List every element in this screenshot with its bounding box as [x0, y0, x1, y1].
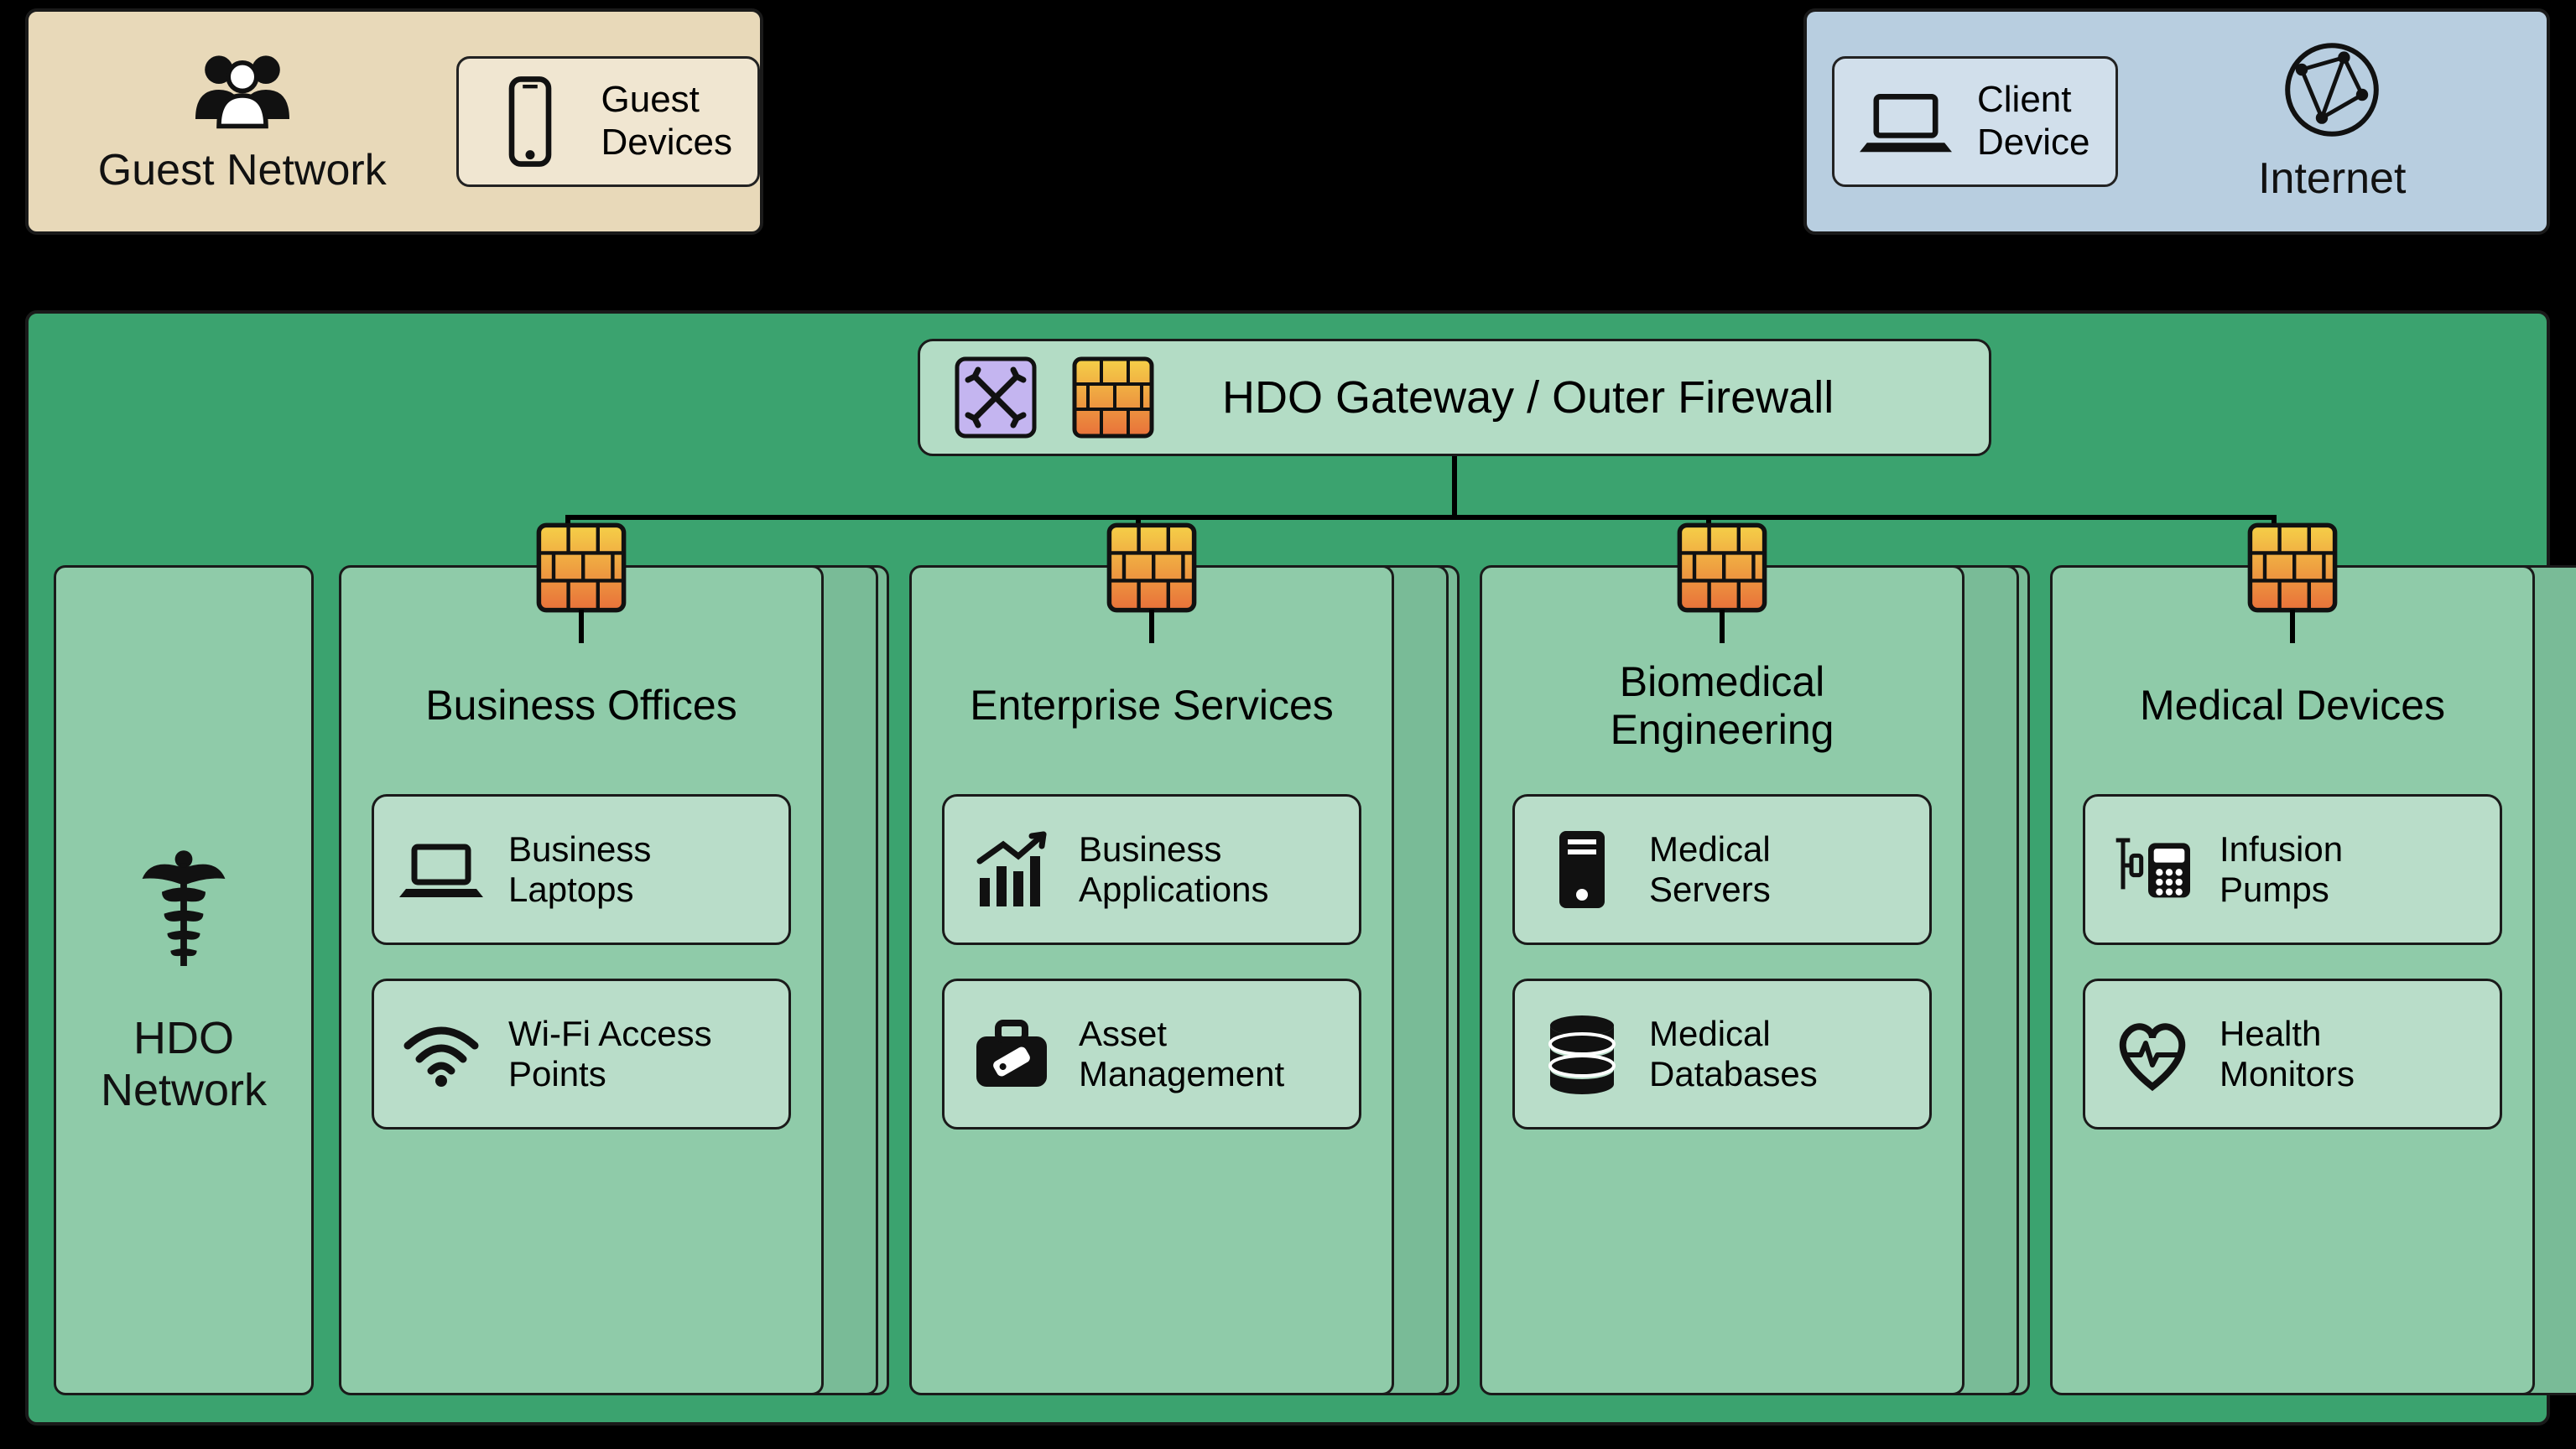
laptop-icon — [399, 828, 483, 911]
segment-item-label: Medical Databases — [1649, 1014, 1818, 1095]
hdo-network-label: HDO Network — [101, 1012, 267, 1116]
connector — [565, 515, 2277, 520]
firewall-icon — [2246, 522, 2339, 614]
wifi-icon — [399, 1012, 483, 1096]
heart-icon — [2110, 1012, 2194, 1096]
server-icon — [1540, 828, 1624, 911]
connector — [1452, 456, 1457, 515]
segment-item: Infusion Pumps — [2083, 794, 2502, 945]
pump-icon — [2110, 828, 2194, 911]
connector — [763, 121, 1226, 126]
segment-3: Medical Devices Infusion Pumps Health Mo… — [2050, 565, 2576, 1395]
segment-item-label: Asset Management — [1079, 1014, 1284, 1095]
segment-title: Business Offices — [409, 652, 753, 761]
segment-panel: Biomedical Engineering Medical Servers M… — [1480, 565, 1965, 1395]
segment-item: Wi-Fi Access Points — [372, 979, 791, 1130]
connector — [1577, 121, 1582, 339]
segment-title: Enterprise Services — [953, 652, 1350, 761]
connector — [2290, 610, 2295, 643]
segment-panel: Medical Devices Infusion Pumps Health Mo… — [2050, 565, 2535, 1395]
phone-icon — [484, 75, 576, 168]
internet-title: Internet — [2258, 153, 2406, 204]
segment-item: Medical Databases — [1512, 979, 1932, 1130]
segment-2: Biomedical Engineering Medical Servers M… — [1480, 565, 2008, 1395]
guest-network-zone: Guest Network Guest Devices — [25, 8, 763, 235]
internet-zone: Client Device Internet — [1803, 8, 2550, 235]
laptop-icon — [1860, 75, 1952, 168]
segment-item-label: Business Laptops — [508, 829, 651, 911]
router-icon — [954, 356, 1038, 439]
chart-icon — [970, 828, 1054, 911]
people-icon — [184, 48, 301, 132]
segment-item-label: Business Applications — [1079, 829, 1268, 911]
segment-panel: Enterprise Services Business Application… — [909, 565, 1394, 1395]
segment-item: Asset Management — [942, 979, 1361, 1130]
segment-item-label: Infusion Pumps — [2220, 829, 2343, 911]
segment-title: Medical Devices — [2123, 652, 2462, 761]
hdo-network-sidebar: HDO Network — [54, 565, 314, 1395]
connector — [1149, 610, 1154, 643]
database-icon — [1540, 1012, 1624, 1096]
segment-item: Health Monitors — [2083, 979, 2502, 1130]
caduceus-icon — [129, 844, 238, 979]
segment-item-label: Wi-Fi Access Points — [508, 1014, 712, 1095]
guest-devices-label: Guest Devices — [601, 79, 733, 164]
connector — [1226, 121, 1231, 339]
segment-item-label: Medical Servers — [1649, 829, 1771, 911]
segment-item: Business Laptops — [372, 794, 791, 945]
client-device-label: Client Device — [1977, 79, 2090, 164]
guest-devices-box: Guest Devices — [456, 56, 761, 187]
firewall-icon — [1071, 356, 1155, 439]
hdo-zone: HDO Gateway / Outer Firewall HDO Network… — [25, 310, 2550, 1426]
segment-0: Business Offices Business Laptops Wi-Fi … — [339, 565, 867, 1395]
segment-panel: Business Offices Business Laptops Wi-Fi … — [339, 565, 824, 1395]
firewall-icon — [1106, 522, 1198, 614]
segment-item: Business Applications — [942, 794, 1361, 945]
gateway-label: HDO Gateway / Outer Firewall — [1222, 371, 1834, 423]
guest-network-title: Guest Network — [98, 145, 387, 195]
gateway-box: HDO Gateway / Outer Firewall — [918, 339, 1991, 456]
segment-item: Medical Servers — [1512, 794, 1932, 945]
bag-icon — [970, 1012, 1054, 1096]
globe-icon — [2282, 39, 2382, 140]
firewall-icon — [1676, 522, 1768, 614]
segment-1: Enterprise Services Business Application… — [909, 565, 1438, 1395]
firewall-icon — [535, 522, 627, 614]
segment-title: Biomedical Engineering — [1594, 652, 1851, 761]
connector — [1720, 610, 1725, 643]
client-device-box: Client Device — [1832, 56, 2118, 187]
connector — [579, 610, 584, 643]
connector — [1577, 121, 1807, 126]
segment-item-label: Health Monitors — [2220, 1014, 2355, 1095]
